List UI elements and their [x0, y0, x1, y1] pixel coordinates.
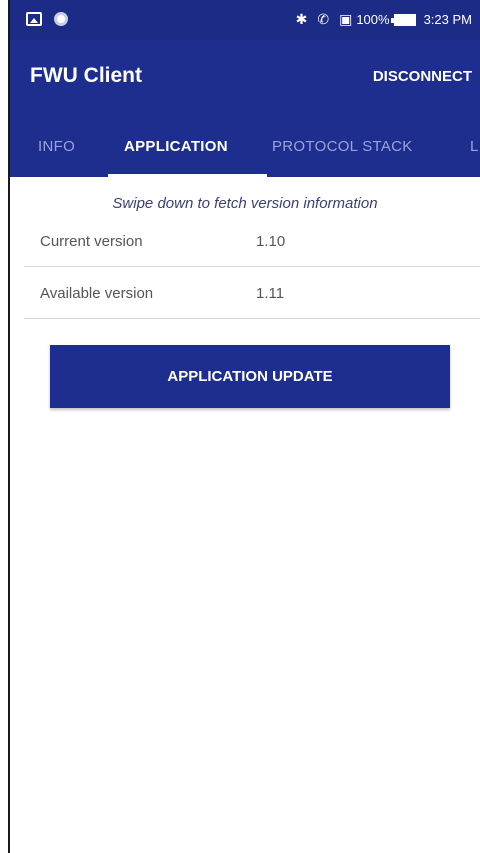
bluetooth-icon: ✱ [295, 11, 308, 27]
application-panel[interactable]: Swipe down to fetch version information … [10, 177, 480, 853]
available-version-value: 1.11 [256, 285, 285, 302]
battery-icon [390, 13, 416, 26]
phone-icon: ✆ [317, 11, 330, 27]
current-version-label: Current version [40, 233, 143, 250]
app-title: FWU Client [30, 64, 142, 87]
tab-partial[interactable]: L [470, 138, 479, 155]
current-version-value: 1.10 [256, 233, 286, 250]
header: ✱ ✆ ▣ 100% 3:23 PM FWU Client DISCONNECT… [10, 0, 480, 177]
swipe-hint: Swipe down to fetch version information [112, 195, 378, 212]
current-version-row: Current version 1.10 [24, 215, 480, 267]
disconnect-button[interactable]: DISCONNECT [373, 68, 472, 85]
status-bar: ✱ ✆ ▣ 100% 3:23 PM [10, 0, 480, 40]
battery-percent: 100% [356, 12, 390, 27]
tab-protocol-stack[interactable]: PROTOCOL STACK [272, 138, 413, 155]
sim-icon: ▣ [339, 11, 353, 27]
record-icon [54, 12, 68, 26]
status-time: 3:23 PM [423, 12, 472, 27]
image-icon [26, 12, 42, 26]
available-version-label: Available version [40, 285, 154, 302]
tab-info[interactable]: INFO [38, 138, 75, 155]
application-update-button[interactable]: APPLICATION UPDATE [50, 345, 450, 408]
app-screen: ✱ ✆ ▣ 100% 3:23 PM FWU Client DISCONNECT… [0, 0, 480, 853]
tab-application[interactable]: APPLICATION [124, 138, 228, 155]
available-version-row: Available version 1.11 [24, 267, 480, 319]
tab-bar: INFO APPLICATION PROTOCOL STACK L [10, 122, 480, 177]
